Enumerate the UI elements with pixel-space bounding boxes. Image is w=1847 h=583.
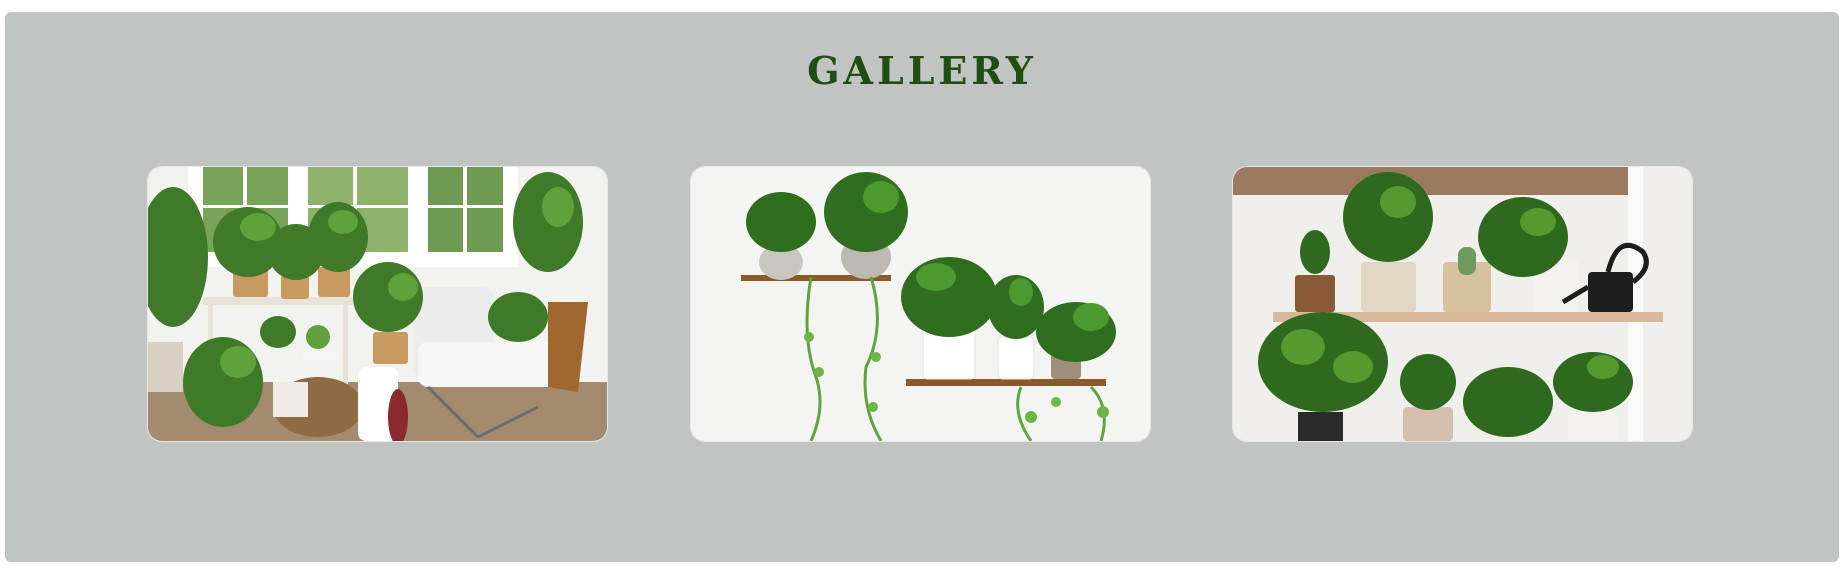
gallery-image-wood-shelves[interactable] <box>1233 167 1692 441</box>
gallery-image-wall-shelves[interactable] <box>691 167 1150 441</box>
wall-shelves-plants-image <box>691 167 1150 441</box>
gallery-section: GALLERY <box>5 12 1839 562</box>
wood-shelves-plants-image <box>1233 167 1692 441</box>
gallery-image-sunroom[interactable] <box>148 167 607 441</box>
gallery-title: GALLERY <box>807 48 1037 93</box>
sunroom-plants-image <box>148 167 607 441</box>
